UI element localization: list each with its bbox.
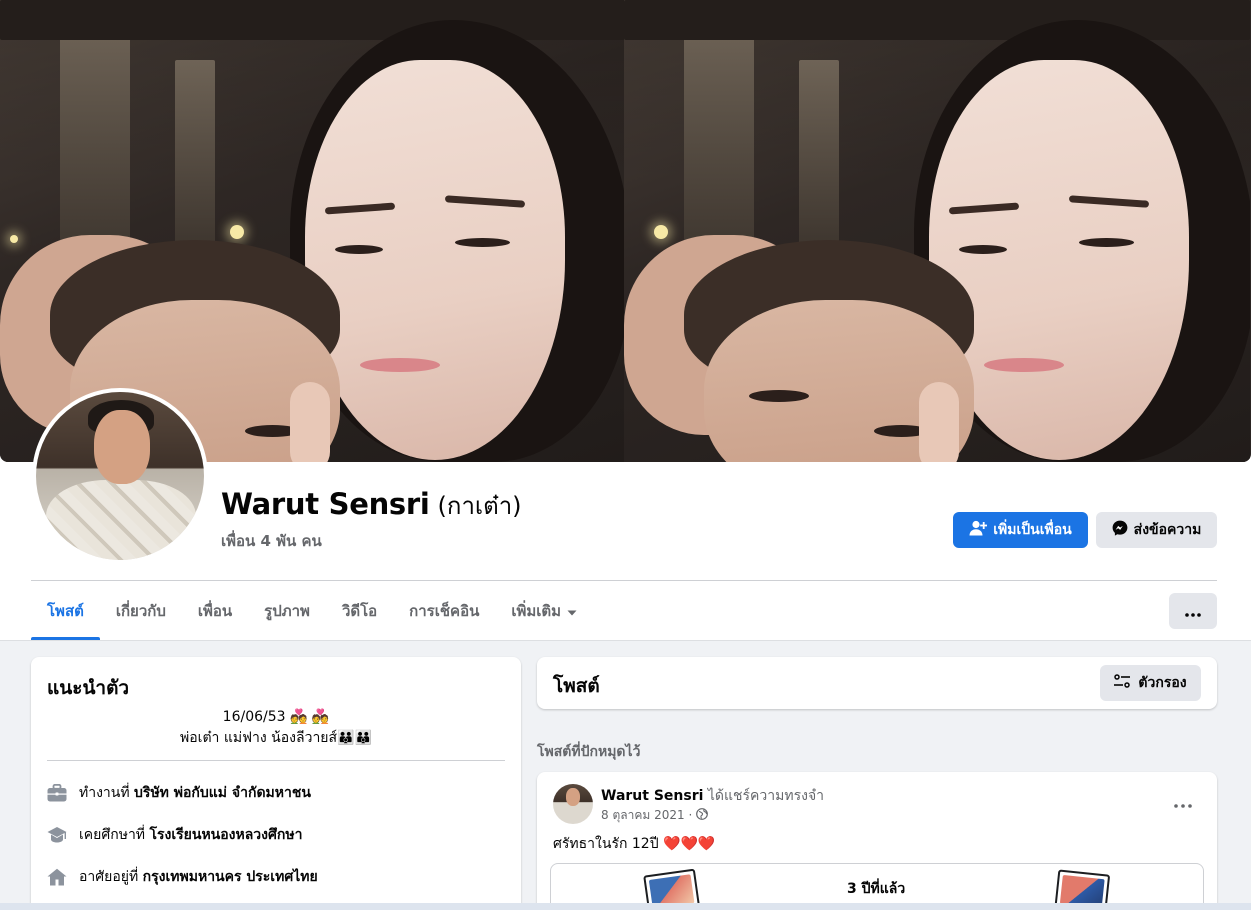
- intro-work-link[interactable]: บริษัท พ่อกับแม่ จำกัดมหาชน: [134, 785, 311, 801]
- profile-alt-name: (กาเต๋า): [437, 492, 522, 520]
- add-friend-icon: [969, 520, 988, 540]
- bio: 16/06/53 💑 💑 พ่อเต๋า แม่ฟาง น้องลีวายส์👪…: [47, 707, 505, 749]
- tab-label: เพื่อน: [197, 601, 233, 620]
- tab-label: รูปภาพ: [264, 601, 310, 620]
- tab-checkins[interactable]: การเช็คอิน: [393, 581, 495, 640]
- post-options-button[interactable]: [1167, 790, 1199, 814]
- tab-label: วิดีโอ: [341, 601, 378, 620]
- post-meta: 8 ตุลาคม 2021 ·: [601, 806, 709, 825]
- tab-posts[interactable]: โพสต์: [31, 581, 100, 640]
- avatar: [36, 392, 204, 560]
- tab-about[interactable]: เกี่ยวกับ: [100, 581, 182, 640]
- pinned-post-card: Warut Sensri ได้แชร์ความทรงจำ 8 ตุลาคม 2…: [537, 772, 1217, 910]
- home-icon: [47, 867, 67, 887]
- bio-line-2-emoji: 👪👪: [337, 730, 372, 746]
- tab-more[interactable]: เพิ่มเติม: [495, 581, 593, 640]
- post-hearts: ❤️❤️❤️: [663, 836, 716, 852]
- bio-line-2: พ่อเต๋า แม่ฟาง น้องลีวายส์: [180, 730, 338, 746]
- cover-photo-right: [624, 0, 1250, 462]
- posts-title: โพสต์: [553, 675, 600, 697]
- posts-header-card: โพสต์ ตัวกรอง: [537, 657, 1217, 709]
- intro-card: แนะนำตัว 16/06/53 💑 💑 พ่อเต๋า แม่ฟาง น้อ…: [31, 657, 521, 910]
- intro-work-row: ทำงานที่ บริษัท พ่อกับแม่ จำกัดมหาชน: [47, 782, 311, 804]
- add-friend-label: เพิ่มเป็นเพื่อน: [993, 522, 1072, 538]
- memory-title: 3 ปีที่แล้ว: [847, 881, 906, 897]
- tab-label: การเช็คอิน: [409, 601, 480, 620]
- tab-label: เกี่ยวกับ: [115, 601, 166, 620]
- message-label: ส่งข้อความ: [1133, 522, 1202, 538]
- graduation-cap-icon: [47, 825, 67, 845]
- post-author-avatar[interactable]: [553, 784, 593, 824]
- intro-title: แนะนำตัว: [47, 677, 130, 699]
- intro-study-prefix: เคยศึกษาที่: [79, 827, 146, 843]
- post-text: ศรัทธาในรัก 12ปี ❤️❤️❤️: [553, 833, 715, 855]
- more-horizontal-icon: [1174, 793, 1192, 812]
- bottom-scroll-edge: [0, 903, 1251, 910]
- tab-photos[interactable]: รูปภาพ: [248, 581, 326, 640]
- bio-line-1-emoji: 💑 💑: [290, 709, 330, 725]
- intro-location-link[interactable]: กรุงเทพมหานคร ประเทศไทย: [143, 869, 318, 885]
- profile-picture[interactable]: [32, 388, 208, 564]
- intro-location-row: อาศัยอยู่ที่ กรุงเทพมหานคร ประเทศไทย: [47, 866, 318, 888]
- more-horizontal-icon: [1185, 602, 1201, 621]
- profile-tabs: โพสต์ เกี่ยวกับ เพื่อน รูปภาพ วิดีโอ การ…: [31, 581, 593, 640]
- briefcase-icon: [47, 783, 67, 803]
- friends-count-link[interactable]: เพื่อน 4 พัน คน: [221, 529, 322, 553]
- profile-more-options-button[interactable]: [1169, 593, 1217, 629]
- bio-line-1: 16/06/53: [222, 709, 286, 725]
- profile-name-row: Warut Sensri (กาเต๋า): [221, 486, 522, 525]
- messenger-icon: [1112, 520, 1128, 540]
- pinned-posts-label: โพสต์ที่ปักหมุดไว้: [537, 744, 641, 760]
- post-date[interactable]: 8 ตุลาคม 2021 ·: [601, 806, 692, 825]
- tab-videos[interactable]: วิดีโอ: [326, 581, 393, 640]
- intro-location-prefix: อาศัยอยู่ที่: [79, 869, 139, 885]
- post-action: ได้แชร์ความทรงจำ: [707, 788, 825, 804]
- filter-button[interactable]: ตัวกรอง: [1100, 665, 1201, 701]
- post-body: ศรัทธาในรัก 12ปี: [553, 836, 659, 852]
- intro-study-row: เคยศึกษาที่ โรงเรียนหนองหลวงศึกษา: [47, 824, 302, 846]
- tab-label: โพสต์: [47, 601, 84, 620]
- tab-friends[interactable]: เพื่อน: [182, 581, 248, 640]
- intro-study-link[interactable]: โรงเรียนหนองหลวงศึกษา: [150, 827, 303, 843]
- profile-name: Warut Sensri: [221, 487, 430, 521]
- cover-photo[interactable]: [0, 0, 1251, 462]
- caret-down-icon: [567, 602, 577, 620]
- intro-work-prefix: ทำงานที่: [79, 785, 130, 801]
- profile-header: Warut Sensri (กาเต๋า) เพื่อน 4 พัน คน เพ…: [0, 0, 1251, 641]
- tab-label: เพิ่มเติม: [511, 601, 562, 620]
- add-friend-button[interactable]: เพิ่มเป็นเพื่อน: [953, 512, 1088, 548]
- intro-divider: [47, 760, 505, 761]
- post-header: Warut Sensri ได้แชร์ความทรงจำ: [601, 785, 824, 807]
- globe-icon: [696, 808, 709, 823]
- post-author-name[interactable]: Warut Sensri: [601, 788, 703, 804]
- filter-icon: [1114, 674, 1131, 692]
- message-button[interactable]: ส่งข้อความ: [1096, 512, 1217, 548]
- filter-label: ตัวกรอง: [1138, 675, 1187, 691]
